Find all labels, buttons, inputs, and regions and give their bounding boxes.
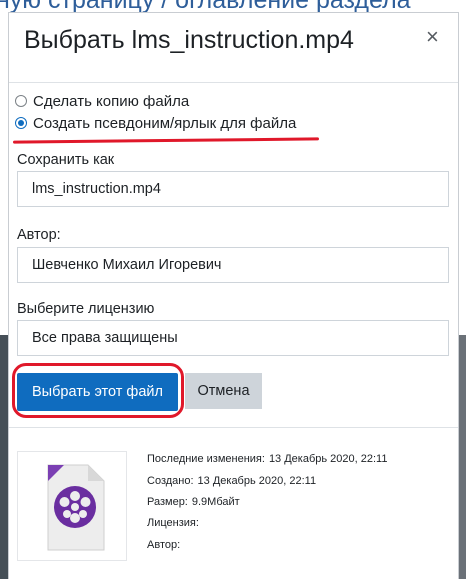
option-create-alias-label: Создать псевдоним/ярлык для файла [33, 114, 297, 132]
option-create-alias[interactable]: Создать псевдоним/ярлык для файла [15, 112, 296, 134]
file-thumbnail [17, 451, 127, 561]
radio-create-alias[interactable] [15, 117, 27, 129]
dialog-title: Выбрать lms_instruction.mp4 [24, 26, 354, 54]
meta-size: Размер: 9.9Мбайт [147, 496, 240, 508]
meta-author-label: Автор: [147, 539, 181, 551]
license-label: Выберите лицензию [17, 301, 155, 317]
dialog-header: Выбрать lms_instruction.mp4 × [9, 13, 458, 83]
close-icon[interactable]: × [426, 24, 439, 50]
meta-modified-value: 13 Декабрь 2020, 22:11 [268, 453, 388, 465]
divider [9, 427, 458, 428]
meta-size-value: 9.9Мбайт [191, 496, 240, 508]
author-input[interactable]: Шевченко Михаил Игоревич [17, 247, 449, 283]
option-copy-file-label: Сделать копию файла [33, 92, 190, 110]
meta-created-label: Создано: [147, 475, 194, 487]
cancel-button[interactable]: Отмена [185, 373, 262, 409]
meta-license-label: Лицензия: [147, 517, 199, 529]
meta-size-label: Размер: [147, 496, 188, 508]
meta-modified-label: Последние изменения: [147, 453, 265, 465]
select-file-button[interactable]: Выбрать этот файл [17, 373, 178, 411]
license-select[interactable]: Все права защищены [17, 320, 449, 356]
meta-created-value: 13 Декабрь 2020, 22:11 [197, 475, 317, 487]
video-file-icon [47, 464, 105, 551]
radio-copy-file[interactable] [15, 95, 27, 107]
file-picker-dialog: Выбрать lms_instruction.mp4 × Сделать ко… [8, 12, 459, 579]
meta-license: Лицензия: [147, 517, 199, 529]
option-copy-file[interactable]: Сделать копию файла [15, 90, 189, 112]
annotation-underline [12, 137, 320, 144]
save-as-input[interactable]: lms_instruction.mp4 [17, 171, 449, 207]
meta-author: Автор: [147, 539, 180, 551]
author-label: Автор: [17, 227, 61, 243]
meta-modified: Последние изменения: 13 Декабрь 2020, 22:… [147, 453, 387, 465]
meta-created: Создано: 13 Декабрь 2020, 22:11 [147, 475, 316, 487]
background-overlay-right [459, 335, 466, 579]
save-as-label: Сохранить как [17, 152, 115, 168]
